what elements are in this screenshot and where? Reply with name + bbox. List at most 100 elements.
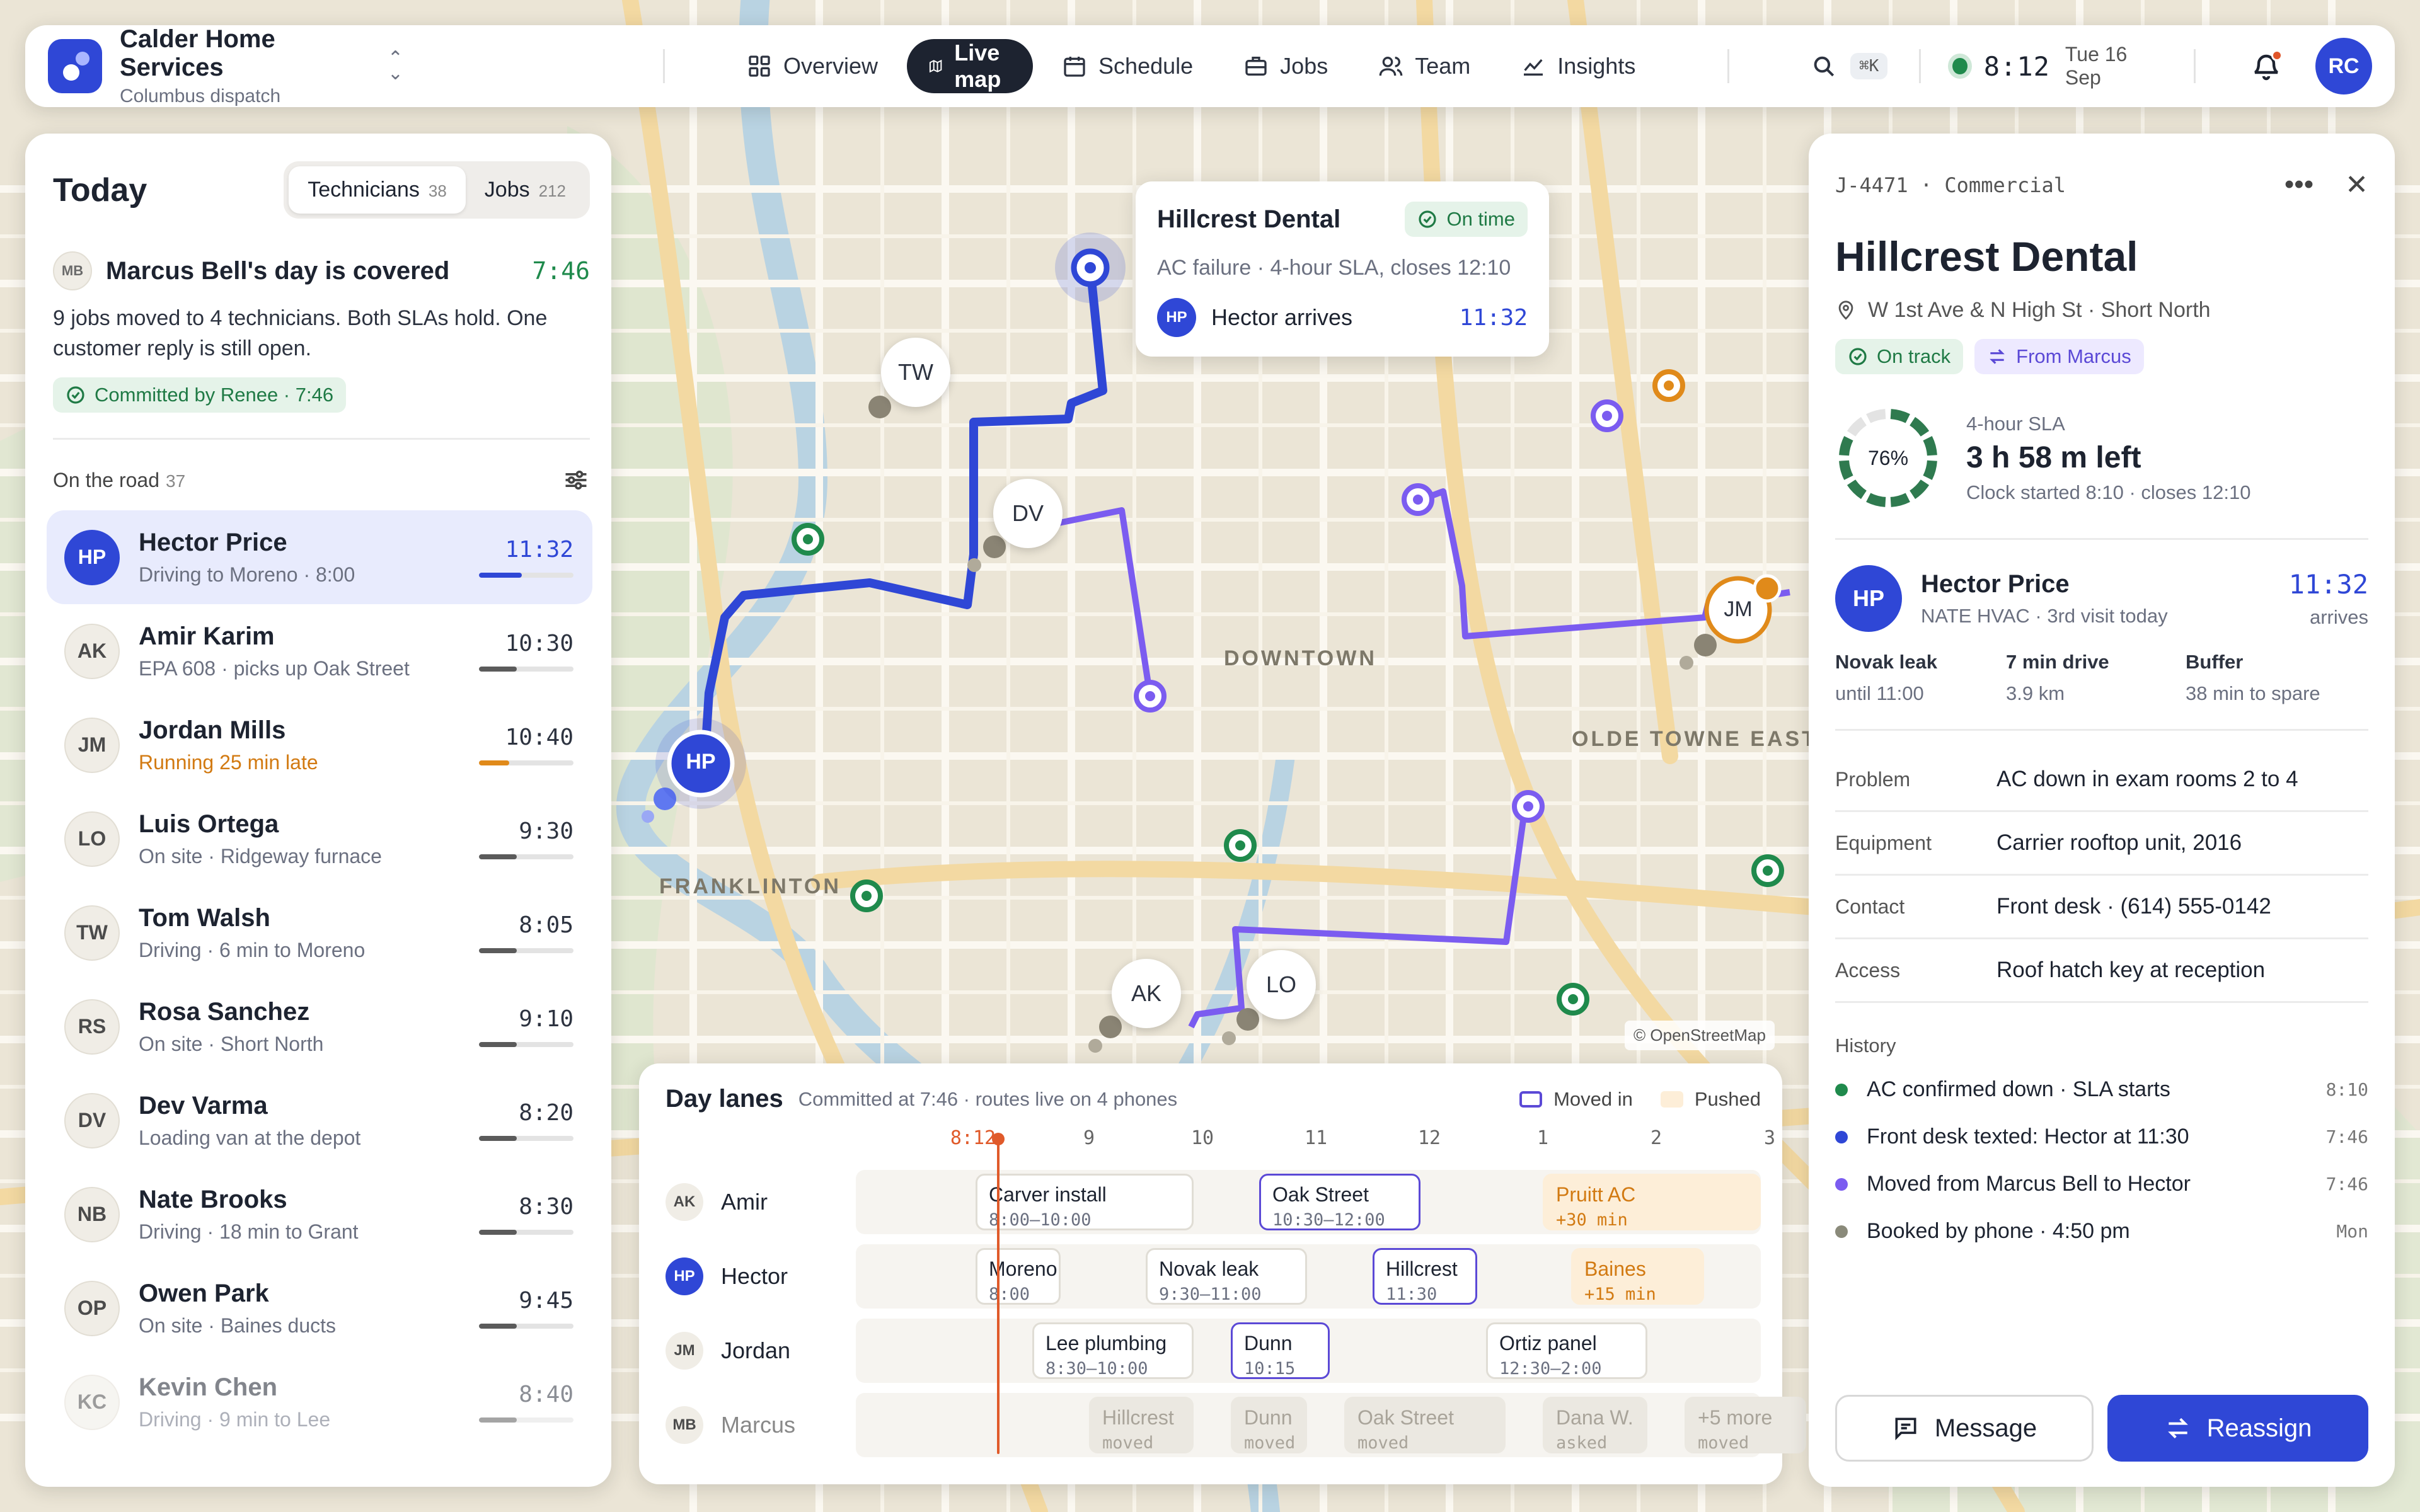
tab-label: Technicians: [308, 178, 420, 202]
job-title: Hillcrest Dental: [1835, 233, 2138, 280]
job-fields: Problem AC down in exam rooms 2 to 4 Equip…: [1835, 748, 2368, 1003]
tab-jobs[interactable]: Jobs 212: [466, 166, 585, 214]
sla-label: 4-hour SLA: [1966, 412, 2065, 435]
map-marker-jm[interactable]: JM: [1709, 597, 1767, 622]
technician-name: Hector Price: [139, 528, 287, 556]
filter-sliders-icon[interactable]: [562, 466, 590, 494]
map-chip-tw[interactable]: TW: [881, 338, 950, 407]
divider: [1727, 49, 1730, 83]
technician-row[interactable]: TW Tom Walsh Driving · 6 min to Moreno 8:05: [47, 886, 592, 980]
map-chip-lo[interactable]: LO: [1247, 950, 1316, 1019]
coverage-title: Marcus Bell's day is covered: [106, 256, 450, 285]
field-value[interactable]: Front desk · (614) 555-0142: [1997, 894, 2271, 919]
technician-eta: 9:30: [519, 818, 573, 844]
map-attribution[interactable]: © OpenStreetMap: [1625, 1021, 1775, 1050]
block-time: moved: [1102, 1433, 1154, 1453]
job-field: Access Roof hatch key at reception: [1835, 939, 2368, 1003]
calendar-icon: [1064, 57, 1085, 77]
lane-block[interactable]: Lee plumbing 8:30–10:00: [1032, 1322, 1194, 1379]
field-value: AC down in exam rooms 2 to 4: [1997, 767, 2298, 791]
nav-insights[interactable]: Insights: [1499, 39, 1657, 93]
technician-list: HP Hector Price Driving to Moreno · 8:00 11…: [47, 510, 592, 1449]
lane-block[interactable]: Hillcrest 11:30: [1373, 1248, 1477, 1305]
stat-value: 3.9 km: [2006, 682, 2065, 704]
nav-overview[interactable]: Overview: [725, 39, 899, 93]
nav-team[interactable]: Team: [1357, 39, 1492, 93]
nav-jobs[interactable]: Jobs: [1222, 39, 1349, 93]
tab-technicians[interactable]: Technicians 38: [289, 166, 466, 214]
technician-row[interactable]: RS Rosa Sanchez On site · Short North 9:10: [47, 980, 592, 1074]
technician-name: Kevin Chen: [139, 1373, 278, 1401]
lane-block[interactable]: Dunn 10:15: [1231, 1322, 1330, 1379]
lane-block[interactable]: Oak Street 10:30–12:00: [1259, 1174, 1420, 1230]
more-icon[interactable]: •••: [2285, 169, 2313, 201]
block-title: Dunn: [1244, 1332, 1293, 1354]
divider: [2194, 49, 2196, 83]
brand[interactable]: Calder Home Services Columbus dispatch: [120, 25, 360, 107]
map-chip-dv[interactable]: DV: [993, 479, 1063, 548]
technician-eta: 11:32: [505, 537, 573, 563]
progress-bar: [479, 854, 573, 859]
divider: [663, 49, 665, 83]
notifications-button[interactable]: [2251, 50, 2283, 81]
search-icon[interactable]: [1811, 52, 1836, 80]
avatar: JM: [666, 1332, 703, 1370]
technician-name: Nate Brooks: [139, 1185, 287, 1213]
assignee-row[interactable]: HP Hector Price NATE HVAC · 3rd visit to…: [1835, 565, 2368, 632]
chevron-updown-icon[interactable]: ⌃ ⌄: [388, 49, 403, 83]
user-avatar[interactable]: RC: [2315, 38, 2372, 94]
today-panel: Today Technicians 38 Jobs 212 MB Marcus Be…: [25, 134, 611, 1487]
message-button[interactable]: Message: [1835, 1395, 2094, 1462]
map-stop-hillcrest[interactable]: [1055, 232, 1126, 303]
block-title: Hillcrest: [1102, 1406, 1174, 1429]
field-label: Contact: [1835, 895, 1905, 918]
technician-row[interactable]: NB Nate Brooks Driving · 18 min to Grant 8:…: [47, 1167, 592, 1261]
lane-block[interactable]: Oak Street moved: [1344, 1397, 1506, 1453]
lane-block[interactable]: Dana W. asked: [1543, 1397, 1647, 1453]
technician-row[interactable]: HP Hector Price Driving to Moreno · 8:00 11…: [47, 510, 592, 604]
brand-logo[interactable]: [48, 39, 102, 93]
progress-bar: [479, 760, 573, 765]
lane-block[interactable]: Moreno 8:00: [976, 1248, 1061, 1305]
technician-row[interactable]: LO Luis Ortega On site · Ridgeway furnace 9…: [47, 792, 592, 886]
legend-moved-label: Moved in: [1553, 1087, 1633, 1110]
job-popup[interactable]: Hillcrest Dental On time AC failure · 4-…: [1136, 181, 1549, 357]
route-stats: Novak leak until 11:00 7 min drive 3.9 km …: [1835, 651, 2368, 705]
job-id: J-4471 · Commercial: [1835, 173, 2066, 197]
lane-block[interactable]: Pruitt AC +30 min: [1543, 1174, 1761, 1230]
lane-block[interactable]: Novak leak 9:30–11:00: [1146, 1248, 1307, 1305]
progress-fill: [479, 854, 517, 859]
lane-block[interactable]: Ortiz panel 12:30–2:00: [1486, 1322, 1647, 1379]
tab-count: 212: [538, 181, 566, 200]
lane-block[interactable]: Dunn moved: [1231, 1397, 1307, 1453]
lane-block[interactable]: Baines +15 min: [1571, 1248, 1704, 1305]
now-dot: [992, 1133, 1005, 1145]
lane-track: Carver install 8:00–10:00 Oak Street 10:30–…: [856, 1170, 1761, 1234]
technician-row[interactable]: OP Owen Park On site · Baines ducts 9:45: [47, 1261, 592, 1355]
block-time: 11:30: [1386, 1285, 1438, 1304]
close-icon[interactable]: ✕: [2345, 169, 2368, 201]
technician-row[interactable]: DV Dev Varma Loading van at the depot 8:20: [47, 1074, 592, 1167]
district-label-downtown: DOWNTOWN: [1224, 646, 1377, 670]
technician-row[interactable]: JM Jordan Mills Running 25 min late 10:40: [47, 698, 592, 792]
technician-row[interactable]: KC Kevin Chen Driving · 9 min to Lee 8:40: [47, 1355, 592, 1449]
map-chip-ak[interactable]: AK: [1112, 959, 1181, 1028]
time-axis: 8:12 9 10 11 12 1 2 3: [666, 1127, 1775, 1165]
technician-status: Driving · 9 min to Lee: [139, 1407, 331, 1431]
progress-bar: [479, 1230, 573, 1235]
coverage-body: 9 jobs moved to 4 technicians. Both SLAs…: [53, 306, 548, 360]
nav-schedule[interactable]: Schedule: [1040, 39, 1214, 93]
coverage-summary[interactable]: MB Marcus Bell's day is covered 7:46 9 j…: [53, 251, 590, 413]
reassign-button[interactable]: Reassign: [2107, 1395, 2368, 1462]
map-marker-hp[interactable]: HP: [672, 750, 730, 774]
stat-value: 38 min to spare: [2186, 682, 2320, 704]
technician-row[interactable]: AK Amir Karim EPA 608 · picks up Oak Stree…: [47, 604, 592, 698]
block-time: moved: [1244, 1433, 1296, 1453]
nav-live-map[interactable]: Live map: [907, 39, 1034, 93]
history-text: AC confirmed down · SLA starts: [1867, 1077, 2170, 1101]
main-nav: Overview Live map Schedule Jobs Team Ins…: [725, 39, 1657, 93]
lane-block[interactable]: Hillcrest moved: [1089, 1397, 1194, 1453]
technician-eta: 9:10: [519, 1006, 573, 1032]
lane-block[interactable]: +5 more moved: [1685, 1397, 1806, 1453]
lane-block[interactable]: Carver install 8:00–10:00: [976, 1174, 1194, 1230]
